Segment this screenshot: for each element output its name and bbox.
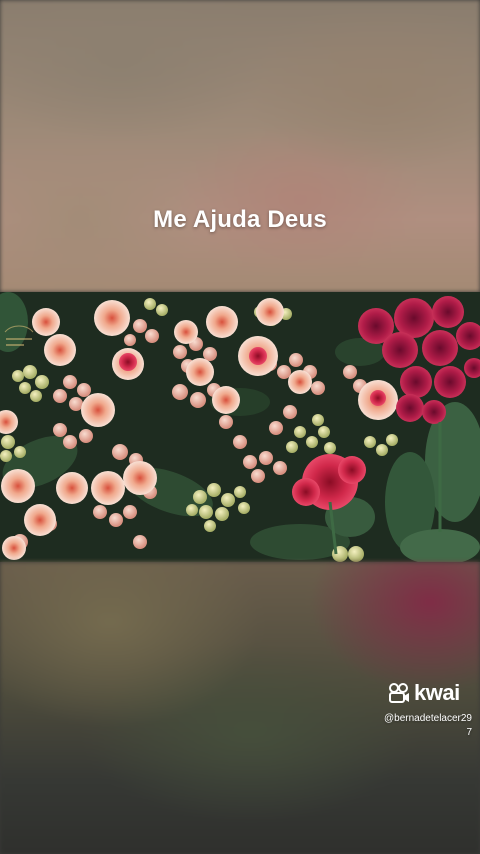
flower-photo: [0, 292, 480, 562]
kwai-watermark: kwai: [388, 682, 460, 704]
creator-username: @bernadetelacer29 7: [368, 712, 472, 740]
video-screen[interactable]: Me Ajuda Deus kwai @bernadetelacer29 7: [0, 0, 480, 854]
watermark-emblem-icon: [4, 325, 34, 346]
blurred-background-bottom: [0, 562, 480, 854]
video-caption: Me Ajuda Deus: [153, 206, 327, 233]
username-line-2: 7: [466, 727, 472, 738]
blurred-background-top: [0, 0, 480, 292]
watermark-logo: [2, 320, 36, 352]
kwai-logo-icon: [389, 683, 409, 703]
kalanchoe-flowers-image: [0, 292, 480, 562]
kwai-brand-text: kwai: [414, 680, 460, 705]
username-line-1: @bernadetelacer29: [384, 713, 472, 724]
